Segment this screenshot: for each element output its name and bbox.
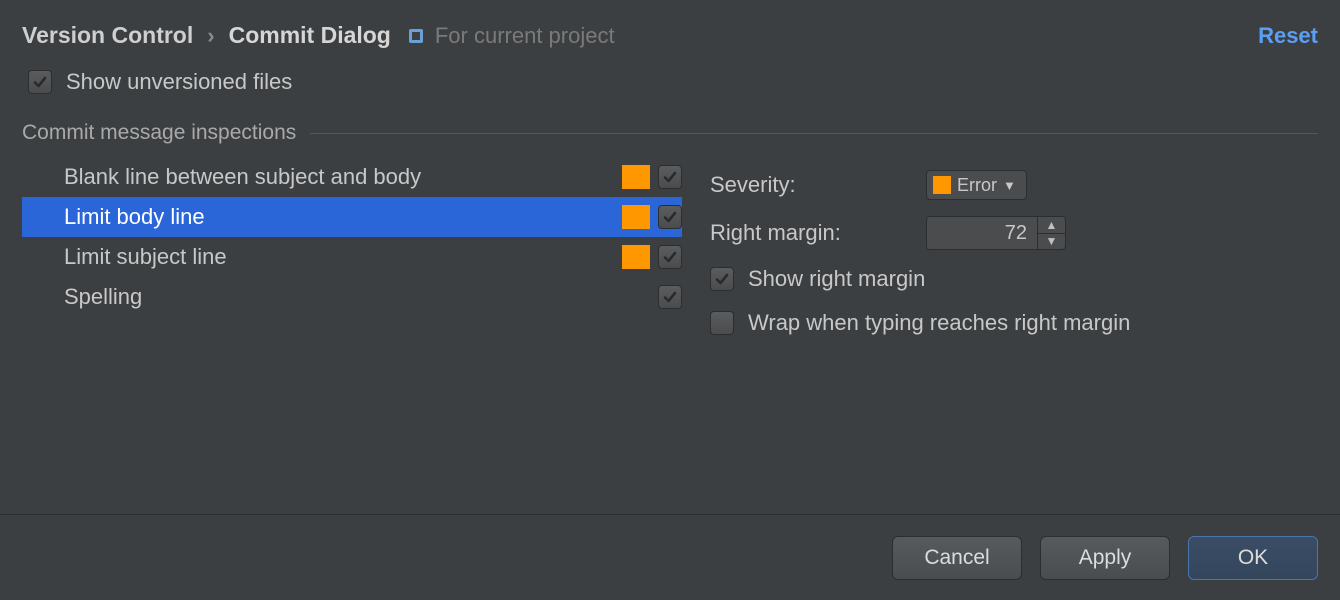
list-item[interactable]: Spelling bbox=[22, 277, 682, 317]
list-item[interactable]: Limit body line bbox=[22, 197, 682, 237]
inspection-label: Blank line between subject and body bbox=[22, 164, 622, 190]
inspection-label: Limit body line bbox=[22, 204, 622, 230]
chevron-down-icon: ▼ bbox=[1003, 178, 1016, 193]
stepper-down-icon[interactable]: ▼ bbox=[1038, 234, 1065, 250]
list-item[interactable]: Limit subject line bbox=[22, 237, 682, 277]
apply-button[interactable]: Apply bbox=[1040, 536, 1170, 580]
severity-value: Error bbox=[957, 175, 997, 196]
chevron-right-icon: › bbox=[203, 23, 218, 49]
show-unversioned-checkbox[interactable] bbox=[28, 70, 52, 94]
show-unversioned-label: Show unversioned files bbox=[66, 69, 292, 95]
stepper-up-icon[interactable]: ▲ bbox=[1038, 217, 1065, 234]
section-divider bbox=[310, 133, 1318, 134]
breadcrumb-parent[interactable]: Version Control bbox=[22, 22, 193, 49]
severity-swatch-icon bbox=[622, 285, 650, 309]
show-right-margin-label: Show right margin bbox=[748, 266, 925, 292]
inspection-label: Limit subject line bbox=[22, 244, 622, 270]
project-scope-icon bbox=[407, 27, 425, 45]
inspection-list: Blank line between subject and body Limi… bbox=[22, 157, 682, 317]
inspection-label: Spelling bbox=[22, 284, 622, 310]
right-margin-stepper[interactable]: ▲ ▼ bbox=[926, 216, 1066, 250]
inspection-details: Severity: Error ▼ Right margin: ▲ ▼ Show… bbox=[710, 157, 1318, 345]
inspection-checkbox[interactable] bbox=[658, 205, 682, 229]
list-item[interactable]: Blank line between subject and body bbox=[22, 157, 682, 197]
inspection-checkbox[interactable] bbox=[658, 245, 682, 269]
cancel-button[interactable]: Cancel bbox=[892, 536, 1022, 580]
dialog-footer: Cancel Apply OK bbox=[0, 514, 1340, 600]
wrap-label: Wrap when typing reaches right margin bbox=[748, 310, 1130, 336]
breadcrumb-scope: For current project bbox=[435, 23, 615, 49]
inspection-checkbox[interactable] bbox=[658, 165, 682, 189]
section-title: Commit message inspections bbox=[22, 121, 296, 145]
inspection-checkbox[interactable] bbox=[658, 285, 682, 309]
severity-swatch-icon bbox=[622, 245, 650, 269]
breadcrumb: Version Control › Commit Dialog For curr… bbox=[0, 0, 1340, 61]
reset-link[interactable]: Reset bbox=[1258, 23, 1318, 49]
right-margin-label: Right margin: bbox=[710, 220, 910, 246]
severity-label: Severity: bbox=[710, 172, 910, 198]
breadcrumb-current: Commit Dialog bbox=[229, 22, 391, 49]
right-margin-input[interactable] bbox=[927, 217, 1037, 249]
ok-button[interactable]: OK bbox=[1188, 536, 1318, 580]
severity-swatch-icon bbox=[622, 205, 650, 229]
severity-color-icon bbox=[933, 176, 951, 194]
severity-dropdown[interactable]: Error ▼ bbox=[926, 170, 1027, 200]
severity-swatch-icon bbox=[622, 165, 650, 189]
show-right-margin-checkbox[interactable] bbox=[710, 267, 734, 291]
wrap-checkbox[interactable] bbox=[710, 311, 734, 335]
